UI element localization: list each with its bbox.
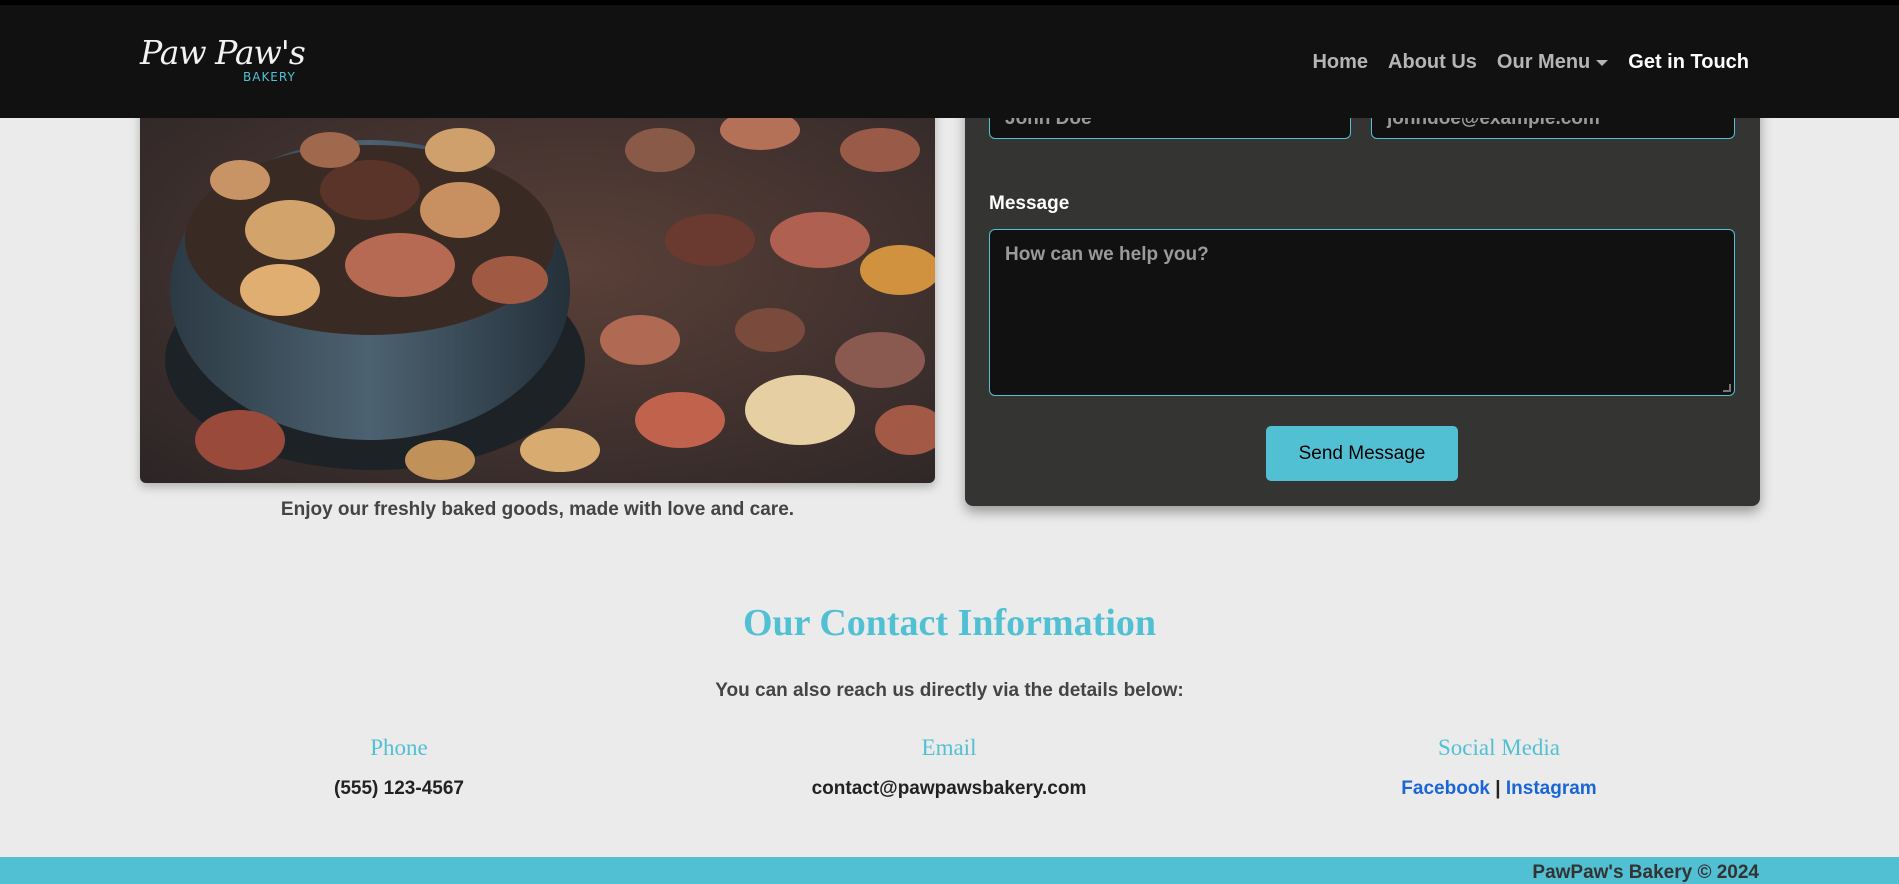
phone-heading: Phone [370,735,428,760]
footer-copyright: PawPaw's Bakery © 2024 [1532,862,1759,883]
contact-info-subtitle: You can also reach us directly via the d… [715,680,1184,701]
message-label: Message [989,193,1070,214]
email-value: contact@pawpawsbakery.com [811,778,1087,799]
message-textarea[interactable]: How can we help you? [989,229,1735,396]
send-message-button[interactable]: Send Message [1266,426,1458,481]
nav-our-menu-label: Our Menu [1496,51,1591,73]
logo[interactable]: Paw Paw's BAKERY [140,33,320,87]
instagram-link[interactable]: Instagram [1506,778,1597,799]
resize-handle-icon[interactable] [1723,384,1731,392]
treats-illustration [140,90,935,483]
contact-form: John Doe johndoe@example.com Message How… [965,90,1760,506]
caret-down-icon [1596,59,1609,66]
message-placeholder: How can we help you? [1005,244,1209,265]
phone-value: (555) 123-4567 [334,778,464,799]
social-links: Facebook | Instagram [1299,778,1699,800]
navbar: Paw Paw's BAKERY Home About Us Our Menu … [0,0,1899,118]
logo-subtitle: BAKERY [243,70,296,84]
nav-about-us[interactable]: About Us [1388,51,1477,74]
nav-home[interactable]: Home [1312,51,1368,74]
nav-our-menu[interactable]: Our Menu [1496,51,1609,74]
social-separator: | [1495,778,1501,799]
social-heading: Social Media [1438,735,1560,760]
contact-info-title: Our Contact Information [742,602,1157,644]
main-nav: Home About Us Our Menu Get in Touch [1312,51,1749,74]
facebook-link[interactable]: Facebook [1401,778,1490,799]
phone-column: Phone (555) 123-4567 [199,735,599,800]
logo-script: Paw Paw's [140,33,306,72]
footer: PawPaw's Bakery © 2024 [0,857,1899,884]
email-column: Email contact@pawpawsbakery.com [749,735,1149,800]
social-column: Social Media Facebook | Instagram [1299,735,1699,800]
nav-get-in-touch[interactable]: Get in Touch [1628,51,1749,74]
baked-goods-image [140,90,935,483]
email-heading: Email [921,735,977,760]
image-caption: Enjoy our freshly baked goods, made with… [280,499,795,520]
